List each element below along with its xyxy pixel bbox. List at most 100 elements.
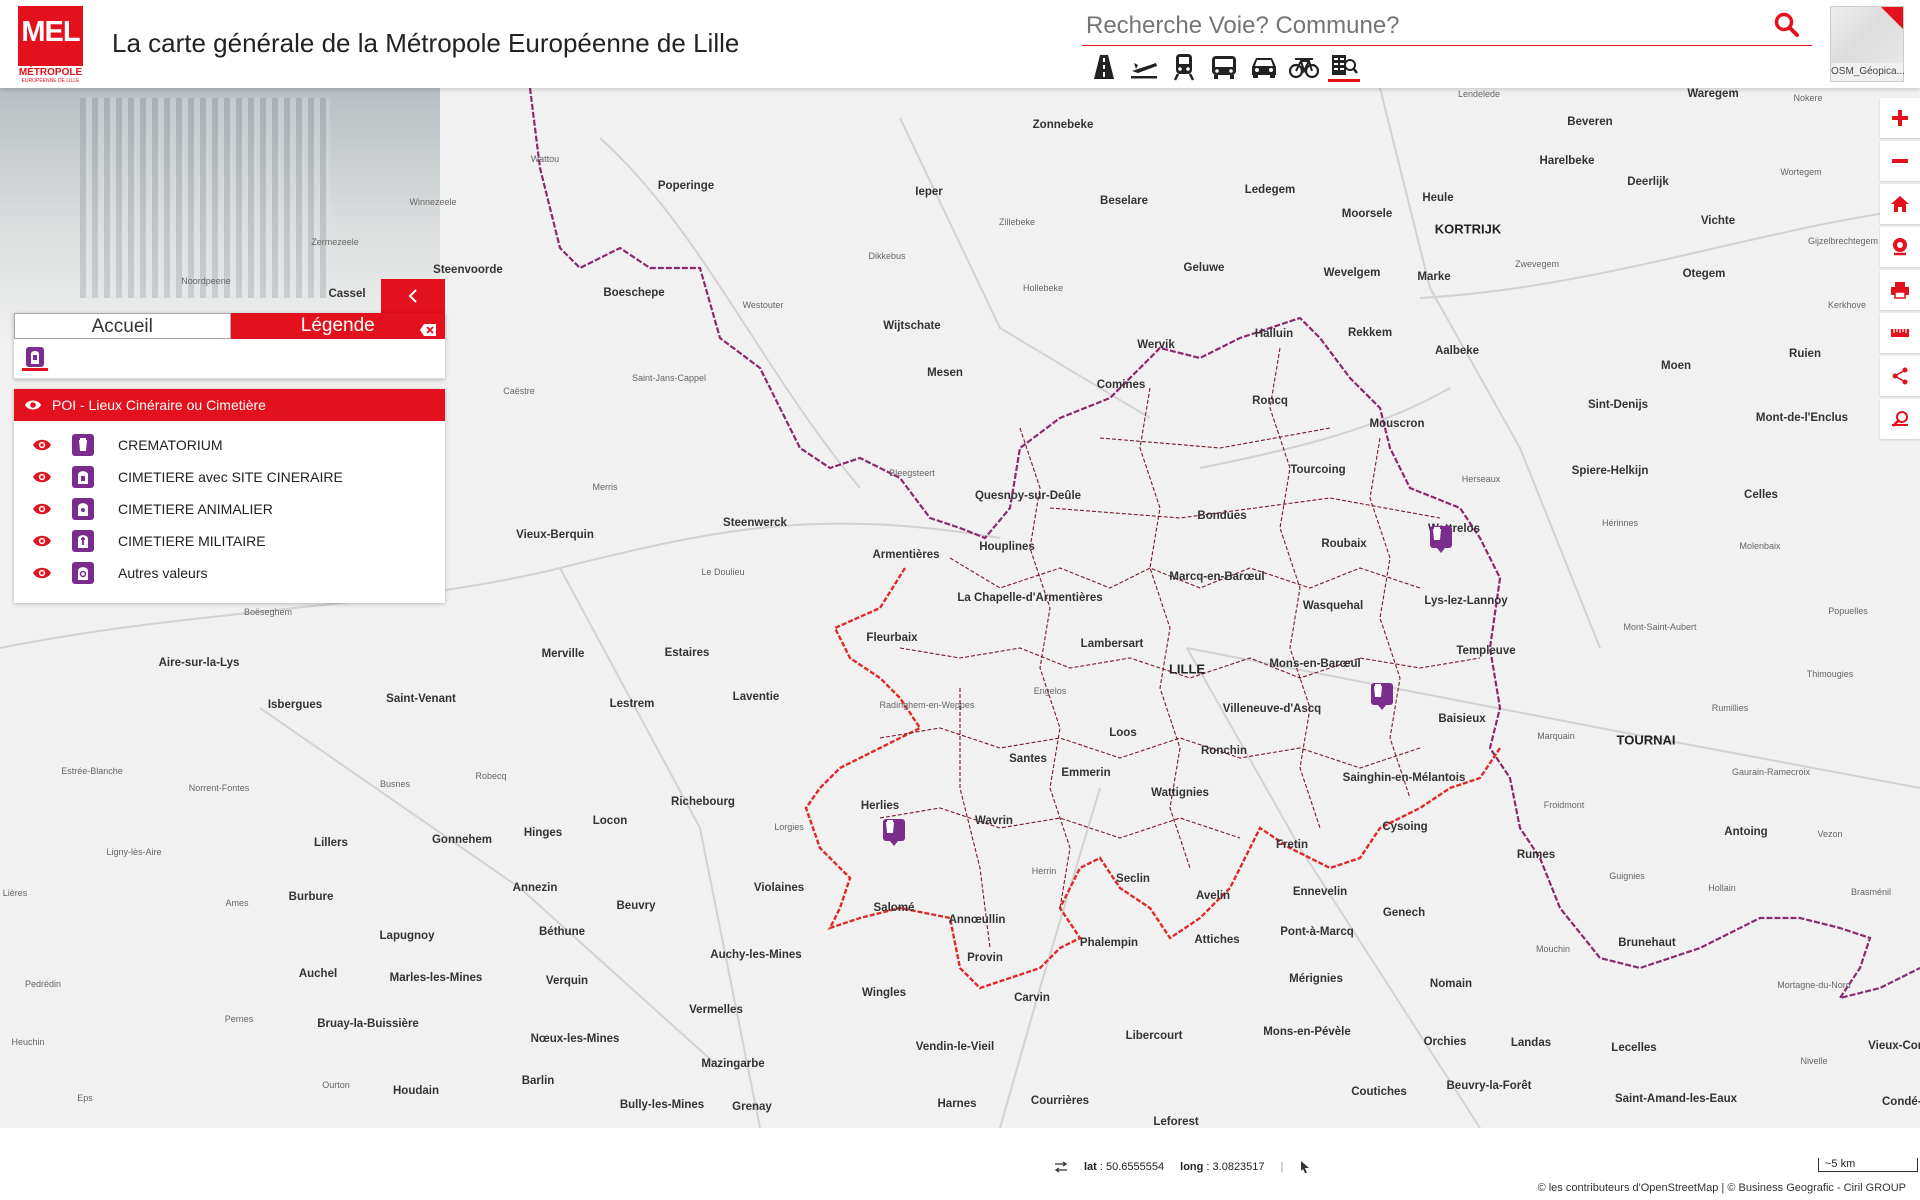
place-label: KORTRIJK <box>1434 221 1502 237</box>
legend-item-label: CIMETIERE avec SITE CINERAIRE <box>118 469 343 485</box>
place-label: Merville <box>541 648 585 660</box>
legend-item-label: CREMATORIUM <box>118 437 223 453</box>
place-label: Mons-en-Pévèle <box>1263 1026 1351 1038</box>
place-label: Hollebeke <box>1022 283 1064 293</box>
place-label: Vieux-Cond <box>1868 1040 1920 1052</box>
place-label: Pont-à-Marcq <box>1280 926 1354 938</box>
train-icon[interactable] <box>1168 52 1200 82</box>
basemap-switcher[interactable]: OSM_Géopica... <box>1830 6 1905 82</box>
place-label: Santes <box>1009 753 1047 765</box>
place-label: Zwevegem <box>1514 259 1560 269</box>
logo-subtitle-2: EUROPÉENNE DE LILLE <box>21 78 80 84</box>
measure-button[interactable] <box>1880 313 1920 353</box>
place-label: Gijzelbrechtegem <box>1807 236 1879 246</box>
eye-icon[interactable] <box>32 566 52 580</box>
tomb-other-icon <box>72 562 94 584</box>
urn-icon <box>72 434 94 456</box>
place-label: Richebourg <box>671 796 735 808</box>
eye-icon[interactable] <box>32 534 52 548</box>
place-label: Baisieux <box>1438 713 1486 725</box>
place-label: Lys-lez-Lannoy <box>1424 595 1508 607</box>
tab-accueil[interactable]: Accueil <box>14 313 231 339</box>
place-label: Beveren <box>1567 116 1613 128</box>
road-icon[interactable] <box>1088 52 1120 82</box>
place-label: Lestrem <box>609 698 655 710</box>
eye-icon[interactable] <box>32 470 52 484</box>
place-label: Boëseghem <box>243 607 293 617</box>
mel-logo[interactable]: MEL MÉTROPOLE EUROPÉENNE DE LILLE <box>18 6 83 84</box>
print-button[interactable] <box>1880 270 1920 310</box>
zoom-in-button[interactable] <box>1880 98 1920 138</box>
place-label: Wortegem <box>1780 167 1822 177</box>
plane-icon[interactable] <box>1128 52 1160 82</box>
place-label: Bondues <box>1197 510 1247 522</box>
eye-icon[interactable] <box>24 399 42 411</box>
legend-item: Autres valeurs <box>14 557 445 589</box>
place-label: Villeneuve-d'Ascq <box>1222 703 1322 715</box>
zoom-out-button[interactable] <box>1880 141 1920 181</box>
collapse-panel-button[interactable] <box>381 279 445 313</box>
place-label: Vendin-le-Vieil <box>915 1041 995 1053</box>
place-label: Isbergues <box>267 699 323 711</box>
place-label: Landas <box>1510 1037 1552 1049</box>
poi-marker-tomb-animal-icon[interactable] <box>1371 683 1393 710</box>
poi-list-icon[interactable] <box>1328 52 1360 82</box>
map-canvas[interactable]: LILLE KORTRIJK TOURNAI Armentières Houplines… <box>0 88 1920 1128</box>
car-icon[interactable] <box>1248 52 1280 82</box>
poi-marker-urn-icon[interactable] <box>1430 526 1452 553</box>
place-label: Brasménil <box>1850 887 1892 897</box>
place-label: Wattignies <box>1151 787 1209 799</box>
eye-icon[interactable] <box>32 502 52 516</box>
place-label: Annezin <box>512 882 558 894</box>
place-label: Wervik <box>1137 339 1175 351</box>
place-label: Mortagne-du-Nord <box>1777 980 1851 990</box>
place-label: Nivelle <box>1800 1056 1828 1066</box>
map-toolbar <box>1880 98 1920 442</box>
place-label: Robecq <box>475 771 507 781</box>
status-bar: lat : 50.6555554 long : 3.0823517 | ~5 k… <box>0 1128 1920 1200</box>
search-input[interactable] <box>1086 10 1746 42</box>
logo-text: MEL <box>18 6 83 66</box>
page-title: La carte générale de la Métropole Europé… <box>112 28 740 58</box>
settings-button[interactable] <box>1880 399 1920 439</box>
place-label: Froidmont <box>1543 800 1585 810</box>
place-label: Mazingarbe <box>701 1058 765 1070</box>
place-label: Orchies <box>1423 1036 1467 1048</box>
place-label: Rumillies <box>1711 703 1749 713</box>
place-label: Marke <box>1417 271 1451 283</box>
place-label: Violaines <box>753 882 805 894</box>
settings-icon <box>1892 411 1908 427</box>
bicycle-icon[interactable] <box>1288 52 1320 82</box>
chevron-left-icon <box>408 289 417 303</box>
place-label: Lambersart <box>1080 638 1144 650</box>
place-label: Mouscron <box>1369 418 1425 430</box>
place-label: Cassel <box>328 288 366 300</box>
place-label: Hollain <box>1708 883 1736 893</box>
share-button[interactable] <box>1880 356 1920 396</box>
basemap-label: OSM_Géopica... <box>1831 66 1905 77</box>
cursor-icon[interactable] <box>1299 1160 1311 1174</box>
clear-legend-button[interactable] <box>419 319 437 336</box>
place-label: Auchel <box>298 968 338 980</box>
place-label: Bleegsteert <box>889 468 935 478</box>
eye-icon[interactable] <box>32 438 52 452</box>
place-label: Lecelles <box>1611 1042 1657 1054</box>
locate-icon <box>1893 238 1907 256</box>
home-icon <box>1891 196 1909 212</box>
poi-marker-urn-icon[interactable] <box>883 819 905 846</box>
search-icon <box>1774 12 1799 37</box>
home-button[interactable] <box>1880 184 1920 224</box>
legend-layer-tab-poi[interactable] <box>22 345 48 371</box>
bus-icon[interactable] <box>1208 52 1240 82</box>
place-label: Gonnehem <box>431 834 493 846</box>
place-label: Barlin <box>521 1075 555 1087</box>
tab-legende[interactable]: Légende <box>230 313 445 339</box>
legend-group-header[interactable]: POI - Lieux Cinéraire ou Cimetière <box>14 389 445 421</box>
place-label: Estrée-Blanche <box>61 766 123 776</box>
tab-legende-label: Légende <box>300 315 375 336</box>
locate-button[interactable] <box>1880 227 1920 267</box>
place-label: Herlies <box>860 800 900 812</box>
place-label: Condé-s <box>1882 1096 1920 1108</box>
swap-arrows-icon[interactable] <box>1054 1161 1068 1173</box>
search-button[interactable] <box>1774 12 1804 42</box>
